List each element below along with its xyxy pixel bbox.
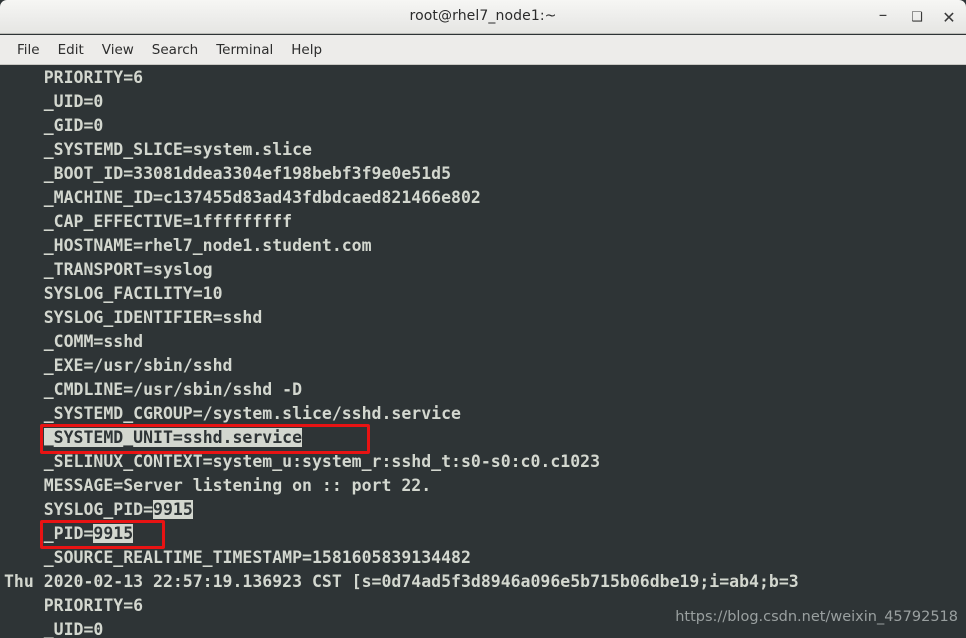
- minimize-button[interactable]: –: [874, 7, 892, 27]
- terminal-selected-text: 9915: [153, 500, 193, 519]
- terminal-line: _CMDLINE=/usr/sbin/sshd -D: [4, 380, 303, 399]
- terminal-line: _TRANSPORT=syslog: [4, 260, 213, 279]
- menu-item-help[interactable]: Help: [282, 39, 331, 61]
- terminal-line: _UID=0: [4, 92, 104, 111]
- terminal-selected-text: _SYSTEMD_UNIT=sshd.service: [43, 428, 303, 447]
- menu-bar: File Edit View Search Terminal Help: [0, 35, 966, 65]
- terminal-window: root@rhel7_node1:~ – ❑ ✕ File Edit View …: [0, 0, 966, 638]
- terminal-line: _HOSTNAME=rhel7_node1.student.com: [4, 236, 372, 255]
- menu-item-search[interactable]: Search: [143, 39, 207, 61]
- watermark-text: https://blog.csdn.net/weixin_45792518: [675, 609, 958, 625]
- terminal-line-list: PRIORITY=6 _UID=0 _GID=0 _SYSTEMD_SLICE=…: [0, 66, 966, 638]
- terminal-line-prefix: _PID=: [4, 524, 94, 543]
- close-button[interactable]: ✕: [940, 9, 958, 27]
- terminal-line: _SOURCE_REALTIME_TIMESTAMP=1581605839134…: [4, 548, 471, 567]
- terminal-line: _SELINUX_CONTEXT=system_u:system_r:sshd_…: [4, 452, 601, 471]
- terminal-line: _MACHINE_ID=c137455d83ad43fdbdcaed821466…: [4, 188, 481, 207]
- menu-item-view[interactable]: View: [93, 39, 143, 61]
- terminal-line: _PID=9915: [0, 522, 966, 546]
- terminal-line: SYSLOG_IDENTIFIER=sshd: [4, 308, 263, 327]
- menu-item-file[interactable]: File: [8, 39, 49, 61]
- menu-item-terminal[interactable]: Terminal: [207, 39, 282, 61]
- terminal-line: MESSAGE=Server listening on :: port 22.: [4, 476, 432, 495]
- terminal-line-prefix: [4, 428, 44, 447]
- terminal-line-prefix: SYSLOG_PID=: [4, 500, 154, 519]
- terminal-line: _GID=0: [4, 116, 104, 135]
- menu-item-edit[interactable]: Edit: [49, 39, 93, 61]
- terminal-line: _SYSTEMD_CGROUP=/system.slice/sshd.servi…: [4, 404, 461, 423]
- terminal-output-area[interactable]: PRIORITY=6 _UID=0 _GID=0 _SYSTEMD_SLICE=…: [0, 66, 966, 638]
- terminal-line: _CAP_EFFECTIVE=1fffffffff: [4, 212, 293, 231]
- terminal-line: PRIORITY=6: [4, 68, 144, 87]
- window-titlebar: root@rhel7_node1:~ – ❑ ✕: [0, 0, 966, 34]
- terminal-line: _COMM=sshd: [4, 332, 144, 351]
- terminal-line: _SYSTEMD_SLICE=system.slice: [4, 140, 312, 159]
- window-title: root@rhel7_node1:~: [409, 8, 557, 24]
- terminal-line: _EXE=/usr/sbin/sshd: [4, 356, 233, 375]
- terminal-line: SYSLOG_FACILITY=10: [4, 284, 223, 303]
- terminal-line: Thu 2020-02-13 22:57:19.136923 CST [s=0d…: [4, 572, 799, 591]
- maximize-button[interactable]: ❑: [908, 9, 926, 27]
- terminal-selected-text: 9915: [93, 524, 134, 543]
- terminal-line: _BOOT_ID=33081ddea3304ef198bebf3f9e0e51d…: [4, 164, 452, 183]
- terminal-line: _SYSTEMD_UNIT=sshd.service: [0, 426, 966, 450]
- terminal-line: SYSLOG_PID=9915: [0, 498, 966, 522]
